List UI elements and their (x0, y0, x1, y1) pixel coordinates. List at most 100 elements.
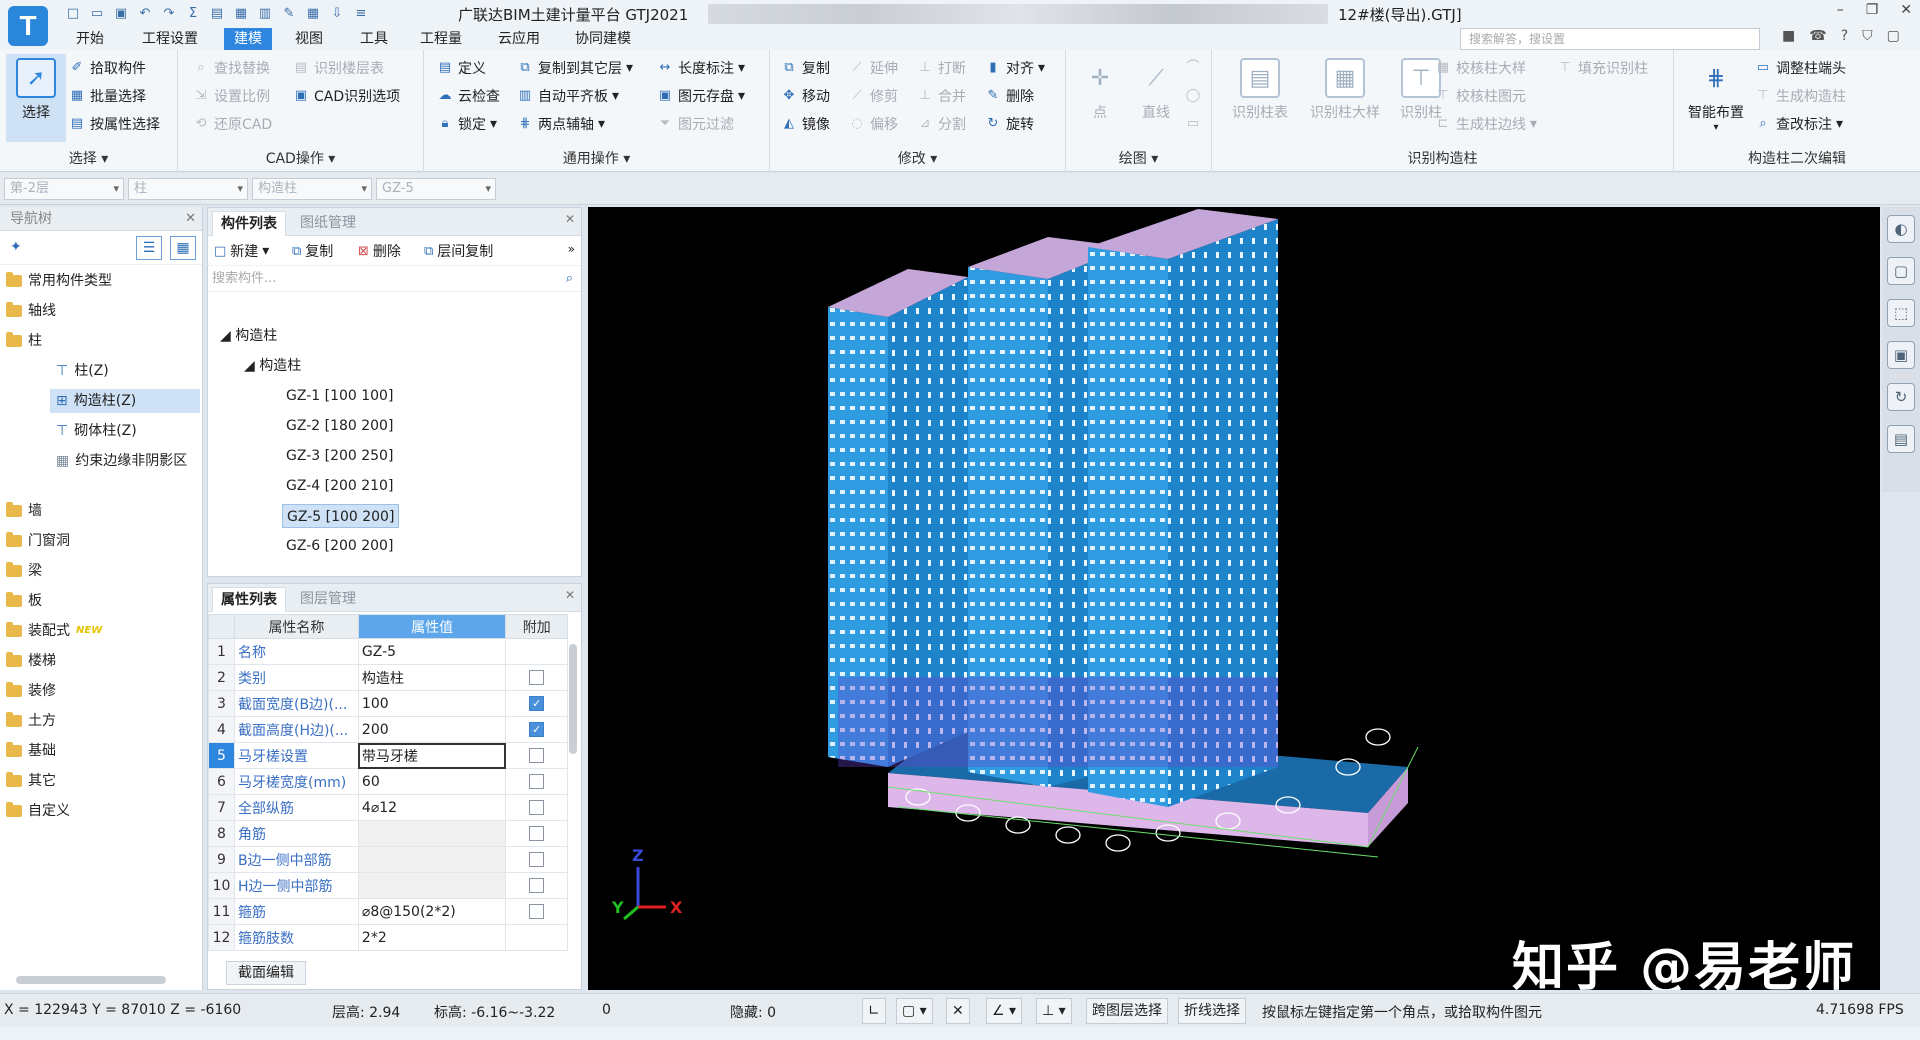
component-item[interactable]: GZ-1 [100 100] (286, 384, 393, 408)
extra-checkbox[interactable] (529, 748, 545, 763)
two-point-axis-button[interactable]: ⋕ 两点辅轴 ▾ (516, 112, 605, 136)
check-column-element-button[interactable]: ⊤ 校核柱图元 (1434, 84, 1526, 108)
offset-button[interactable]: ◌ 偏移 (848, 112, 898, 136)
window-icon[interactable]: ▢ (1887, 28, 1900, 44)
fill-recognize-column-button[interactable]: ⊤ 填充识别柱 (1556, 56, 1648, 80)
layer-view-icon[interactable]: ▤ (1887, 425, 1915, 453)
tab-component-list[interactable]: 构件列表 (212, 211, 286, 236)
find-replace-button[interactable]: ⌕ 查找替换 (192, 56, 270, 80)
shirt-icon[interactable]: ⛉ (1862, 28, 1873, 44)
property-value[interactable]: 构造柱 (357, 664, 507, 691)
element-filter-button[interactable]: ⏷ 图元过滤 (656, 112, 734, 136)
brush-icon[interactable]: ✎ (280, 4, 298, 22)
more-icon[interactable]: » (568, 242, 575, 256)
align-button[interactable]: ▮ 对齐 ▾ (984, 56, 1045, 80)
pin-icon[interactable]: ✦ (10, 239, 22, 255)
property-value[interactable]: 2*2 (357, 924, 507, 951)
auto-align-slab-button[interactable]: ▥ 自动平齐板 ▾ (516, 84, 619, 108)
component-search-input[interactable]: 搜索构件... ⌕ (208, 266, 581, 292)
nav-item-wall[interactable]: 墙 (6, 499, 42, 523)
property-value-editing[interactable]: 带马牙槎 (357, 742, 507, 769)
component-item[interactable]: GZ-3 [200 250] (286, 444, 393, 468)
move-button[interactable]: ✥ 移动 (780, 84, 830, 108)
extra-checkbox[interactable] (529, 800, 545, 815)
new-file-icon[interactable]: □ (64, 4, 82, 22)
extra-checkbox[interactable] (529, 670, 545, 685)
property-value[interactable]: 200 (357, 716, 507, 743)
dim-toggle[interactable]: ⊥ ▾ (1036, 998, 1072, 1024)
tab-collab-modeling[interactable]: 协同建模 (565, 28, 641, 50)
tab-quantity[interactable]: 工程量 (410, 28, 472, 50)
delete-component-button[interactable]: ⊠ 删除 (358, 241, 401, 261)
copy-to-other-floors-button[interactable]: ⧉ 复制到其它层 ▾ (516, 56, 633, 80)
nav-item-foundation[interactable]: 基础 (6, 739, 56, 763)
tree-group[interactable]: ◢ 构造柱 (244, 354, 301, 378)
extra-checkbox[interactable] (529, 904, 545, 919)
restore-icon[interactable]: ❐ (1866, 2, 1879, 18)
extra-checkbox-checked[interactable]: ✓ (529, 696, 545, 711)
cube-icon[interactable]: ▣ (1887, 341, 1915, 369)
close-icon[interactable]: ✕ (1900, 2, 1912, 18)
tab-property-list[interactable]: 属性列表 (212, 587, 286, 612)
cloud-check-button[interactable]: ☁ 云检查 (436, 84, 501, 108)
line-draw-button[interactable]: ⟋ 直线 (1126, 54, 1186, 142)
restore-cad-button[interactable]: ⟲ 还原CAD (192, 112, 273, 136)
undo-icon[interactable]: ↶ (136, 4, 154, 22)
component-item[interactable]: GZ-6 [200 200] (286, 534, 393, 558)
recognize-floor-table-button[interactable]: ▤ 识别楼层表 (292, 56, 384, 80)
batch-select-button[interactable]: ▦ 批量选择 (68, 84, 146, 108)
sum-icon[interactable]: Σ (184, 4, 202, 22)
close-icon[interactable]: ✕ (185, 207, 196, 231)
redo-icon[interactable]: ↷ (160, 4, 178, 22)
component-item[interactable]: GZ-2 [180 200] (286, 414, 393, 438)
layout-icon[interactable]: ■ (1782, 28, 1795, 44)
nav-item-custom[interactable]: 自定义 (6, 799, 70, 823)
recognize-column-table-button[interactable]: ▤ 识别柱表 (1222, 54, 1298, 142)
nav-item-axis[interactable]: 轴线 (6, 299, 56, 323)
generate-construct-column-button[interactable]: ⊤ 生成构造柱 (1754, 84, 1846, 108)
set-scale-button[interactable]: ⇲ 设置比例 (192, 84, 270, 108)
property-value[interactable] (357, 872, 507, 899)
type-select[interactable]: 柱 (128, 178, 248, 200)
group-label-draw[interactable]: 绘图 ▾ (1066, 148, 1211, 168)
nav-item-column-z[interactable]: ⊤ 柱(Z) (56, 359, 109, 383)
cross-layer-select-button[interactable]: 跨图层选择 (1086, 998, 1168, 1024)
tab-modeling[interactable]: 建模 (224, 28, 272, 50)
component-item[interactable]: GZ-4 [200 210] (286, 474, 393, 498)
nav-item-boundary-zone[interactable]: ▦ 约束边缘非阴影区 (56, 449, 187, 473)
save-element-button[interactable]: ▣ 图元存盘 ▾ (656, 84, 745, 108)
view-icon[interactable]: ▦ (232, 4, 250, 22)
print-icon[interactable]: ▥ (256, 4, 274, 22)
help-search-input[interactable]: 搜索解答，搜设置 (1460, 28, 1760, 50)
delete-button[interactable]: ✎ 删除 (984, 84, 1034, 108)
orbit-icon[interactable]: ◐ (1887, 215, 1915, 243)
tab-drawing-management[interactable]: 图纸管理 (292, 211, 364, 236)
property-value[interactable] (357, 820, 507, 847)
snap-toggle[interactable]: ▢ ▾ (896, 998, 933, 1024)
group-label-cad[interactable]: CAD操作 ▾ (178, 148, 423, 168)
property-scrollbar[interactable] (569, 644, 577, 754)
view-3d-icon[interactable]: ⬚ (1887, 299, 1915, 327)
nav-item-construct-column[interactable]: ⊞ 构造柱(Z) (50, 389, 200, 413)
tab-tools[interactable]: 工具 (350, 28, 398, 50)
app-logo[interactable]: T (8, 6, 48, 46)
extra-checkbox[interactable] (529, 774, 545, 789)
check-modify-label-button[interactable]: ⌕ 查改标注 ▾ (1754, 112, 1843, 136)
pick-component-button[interactable]: ✐ 拾取构件 (68, 56, 146, 80)
rect-icon[interactable]: ▭ (1184, 112, 1202, 136)
nav-item-other[interactable]: 其它 (6, 769, 56, 793)
group-label-select[interactable]: 选择 ▾ (0, 148, 177, 168)
tab-view[interactable]: 视图 (285, 28, 333, 50)
circle-icon[interactable]: ◯ (1184, 84, 1202, 108)
property-value[interactable]: 60 (357, 768, 507, 795)
rotate-button[interactable]: ↻ 旋转 (984, 112, 1034, 136)
component-item-selected[interactable]: GZ-5 [100 200] (282, 504, 400, 528)
list-view-icon[interactable]: ☰ (136, 236, 162, 260)
length-dimension-button[interactable]: ↔ 长度标注 ▾ (656, 56, 745, 80)
export-icon[interactable]: ⇩ (328, 4, 346, 22)
break-button[interactable]: ⊥ 打断 (916, 56, 966, 80)
point-draw-button[interactable]: ✛ 点 (1070, 54, 1130, 142)
tab-start[interactable]: 开始 (66, 28, 114, 50)
property-value[interactable]: 100 (357, 690, 507, 717)
adjust-column-end-button[interactable]: ▭ 调整柱端头 (1754, 56, 1846, 80)
